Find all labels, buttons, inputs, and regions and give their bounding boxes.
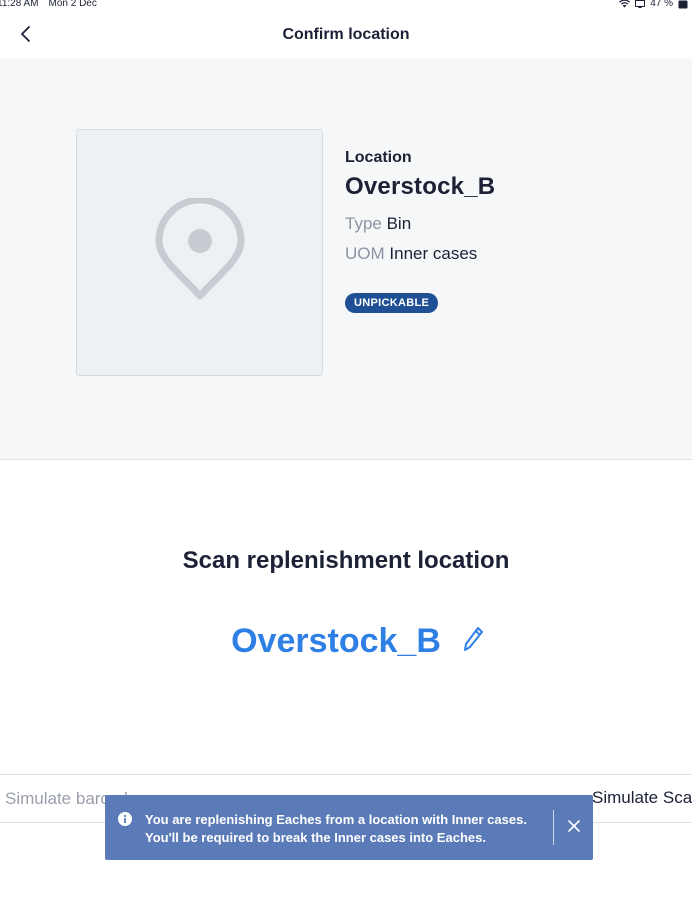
edit-button[interactable] [461, 626, 487, 656]
wifi-icon [619, 0, 631, 8]
toast-divider [553, 810, 554, 845]
info-toast: You are replenishing Eaches from a locat… [105, 795, 593, 860]
status-time: 11:28 AM [0, 0, 39, 9]
scanned-location-value: Overstock_B [231, 621, 441, 660]
pencil-icon [463, 625, 485, 658]
type-value: Bin [386, 214, 412, 233]
nav-bar: Confirm location [0, 10, 692, 58]
uom-value: Inner cases [389, 244, 478, 263]
scan-title: Scan replenishment location [182, 547, 510, 574]
status-date: Mon 2 Dec [48, 0, 97, 9]
toast-message: You are replenishing Eaches from a locat… [145, 811, 545, 847]
toast-line-2: You'll be required to break the Inner ca… [145, 830, 486, 845]
status-badge: UNPICKABLE [345, 293, 439, 313]
battery-icon [678, 0, 688, 9]
uom-row: UOM Inner cases [345, 244, 495, 264]
status-bar: 11:28 AM Mon 2 Dec 47 % [0, 0, 692, 10]
map-pin-icon [155, 196, 245, 307]
type-key: Type [345, 214, 382, 233]
close-icon [567, 819, 581, 838]
location-name: Overstock_B [345, 173, 496, 200]
simulate-scan-button[interactable]: Simulate Scan [592, 788, 692, 808]
location-image [76, 129, 323, 376]
screen-mirror-icon [635, 0, 646, 8]
info-icon [118, 812, 132, 826]
page-title: Confirm location [282, 26, 410, 43]
status-left: 11:28 AM Mon 2 Dec [0, 0, 97, 9]
location-details: Location Overstock_B Type Bin UOM Inner … [345, 149, 495, 313]
toast-close-button[interactable] [563, 817, 585, 839]
location-info-section: Location Overstock_B Type Bin UOM Inner … [0, 58, 692, 460]
location-label: Location [345, 149, 412, 166]
uom-key: UOM [345, 244, 385, 263]
toast-line-1: You are replenishing Eaches from a locat… [145, 812, 527, 827]
scan-value-row: Overstock_B [0, 619, 692, 663]
status-right: 47 % [619, 0, 688, 9]
battery-percent: 47 % [650, 0, 673, 9]
type-row: Type Bin [345, 214, 495, 234]
